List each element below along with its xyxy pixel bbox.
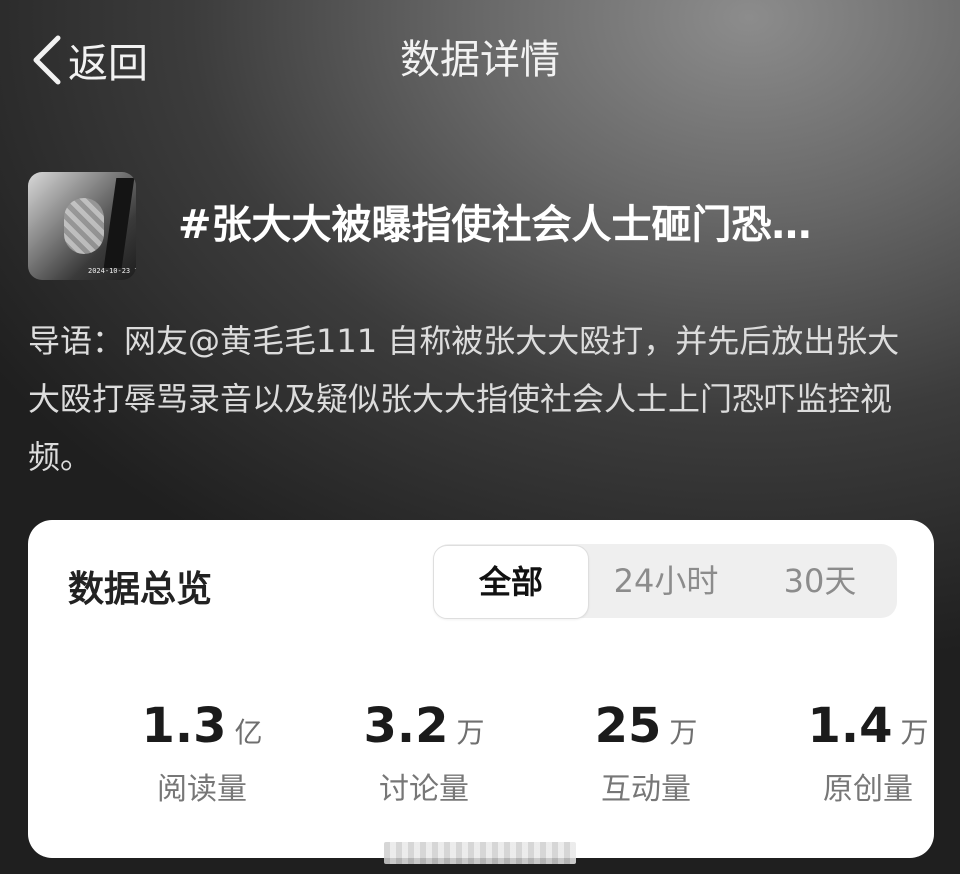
stat-reads: 1.3 亿 阅读量 (92, 698, 312, 808)
tab-all[interactable]: 全部 (433, 545, 589, 619)
stat-value: 3.2 (363, 698, 449, 754)
stat-unit: 万 (669, 716, 698, 749)
thumbnail-blurred-face (64, 198, 104, 254)
stat-label: 阅读量 (157, 772, 247, 807)
stat-value: 25 (594, 698, 662, 754)
stat-label: 讨论量 (379, 772, 469, 807)
stat-original-posts: 1.4 万 原创量 (758, 698, 960, 808)
stat-unit: 万 (900, 716, 929, 749)
data-overview-card: 数据总览 全部 24小时 30天 1.3 亿 阅读量 3.2 万 讨论量 25 万 互… (28, 520, 934, 858)
top-bar: 返回 数据详情 (0, 0, 960, 120)
time-range-tabs: 全部 24小时 30天 (433, 544, 897, 619)
topic-intro: 导语：网友@黄毛毛111 自称被张大大殴打，并先后放出张大大殴打辱骂录音以及疑似… (28, 322, 900, 476)
blurred-watermark (384, 842, 576, 864)
stat-label: 原创量 (823, 772, 913, 807)
stat-value: 1.4 (807, 698, 893, 754)
stat-unit: 亿 (234, 716, 263, 749)
overview-title: 数据总览 (68, 569, 213, 610)
tab-30d[interactable]: 30天 (743, 544, 897, 618)
page-title: 数据详情 (400, 37, 560, 83)
thumbnail-door-shape (103, 178, 135, 268)
stat-interactions: 25 万 互动量 (536, 698, 756, 808)
topic-title[interactable]: #张大大被曝指使社会人士砸门恐… (178, 190, 938, 260)
tab-24h[interactable]: 24小时 (589, 544, 743, 618)
topic-thumbnail[interactable]: 2024-10-23 2 (28, 172, 136, 280)
stat-value: 1.3 (141, 698, 227, 754)
stat-discussions: 3.2 万 讨论量 (314, 698, 534, 808)
stat-unit: 万 (456, 716, 485, 749)
thumbnail-timestamp: 2024-10-23 2 (88, 267, 136, 275)
stat-label: 互动量 (601, 772, 691, 807)
